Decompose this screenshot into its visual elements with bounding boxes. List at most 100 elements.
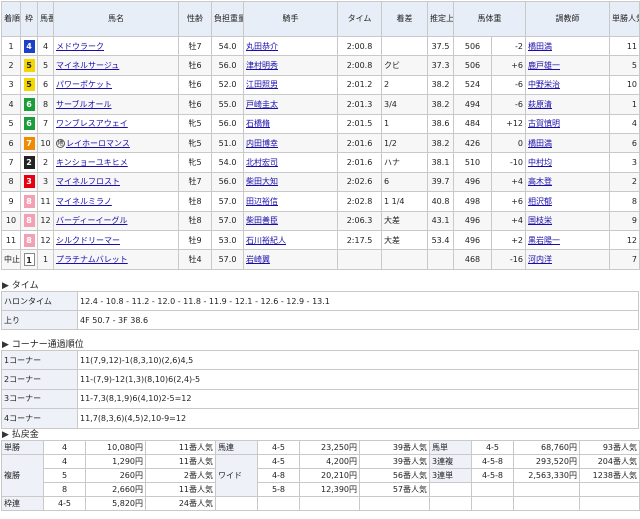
sex-age-cell: 牡6 [178, 55, 212, 76]
time-cell: 2:00.8 [337, 35, 382, 57]
horse-name-link[interactable]: マイネルサージュ [56, 61, 119, 70]
trainer-cell: 黒岩陽一 [525, 229, 610, 251]
weight-carried-cell: 55.0 [211, 94, 244, 115]
header-weight-carried[interactable]: 負担重量 [211, 1, 244, 37]
popularity-cell: 11 [609, 35, 640, 57]
payout-table: 単勝 4 10,080円 11番人気 馬連 4-5 23,250円 39番人気 馬単 4-5 68,… [1, 440, 640, 511]
horse-name-link[interactable]: レイホーロマンス [66, 139, 130, 148]
body-weight-cell: 426 [453, 132, 492, 154]
table-row: 3 5 6 パワーポケット 牡6 52.0 江田照男 2:01.2 2 38.2 524 -6 中野栄治… [1, 74, 640, 96]
jockey-link[interactable]: 岩崎翼 [246, 255, 270, 264]
horse-name-link[interactable]: バーディーイーグル [56, 216, 127, 225]
jockey-link[interactable]: 江田照男 [246, 80, 278, 89]
trainer-link[interactable]: 高木登 [528, 177, 552, 186]
payout-combination: 4 [43, 440, 86, 455]
table-row: 4コーナー 11,7(8,3,6)(4,5)2,10-9=12 [1, 408, 639, 429]
header-last-3f[interactable]: 推定上り [427, 1, 454, 37]
payout-empty-cell [429, 482, 472, 497]
header-rank[interactable]: 着順 [1, 1, 21, 37]
header-sex-age[interactable]: 性齢 [178, 1, 212, 37]
jockey-link[interactable]: 津村明秀 [246, 61, 278, 70]
jockey-cell: 内田博幸 [243, 132, 338, 154]
table-row: 9 8 11 マイネルミラノ 牡8 57.0 田辺裕信 2:02.8 1 1/4 40.8 498 +… [1, 191, 640, 212]
jockey-link[interactable]: 戸崎圭太 [246, 100, 278, 109]
payout-amount: 10,080円 [85, 440, 146, 455]
jockey-link[interactable]: 石橋脩 [246, 119, 270, 128]
header-horse-name[interactable]: 馬名 [53, 1, 179, 37]
trainer-link[interactable]: 相沢郁 [528, 197, 552, 206]
corner-value: 11(7,9,12)-1(8,3,10)(2,6)4,5 [77, 349, 639, 371]
body-weight-cell: 496 [453, 171, 492, 193]
payout-type-label: 複勝 [1, 454, 44, 497]
jockey-link[interactable]: 柴田善臣 [246, 216, 278, 225]
jockey-link[interactable]: 丸田恭介 [246, 42, 278, 51]
popularity-cell: 4 [609, 113, 640, 134]
sex-age-cell: 牝5 [178, 113, 212, 134]
rank-cell: 4 [1, 94, 21, 115]
last-3f-cell: 38.1 [427, 152, 454, 173]
waku-badge: 6 [23, 117, 35, 131]
header-waku[interactable]: 枠 [20, 1, 38, 37]
trainer-link[interactable]: 鹿戸雄一 [528, 61, 560, 70]
horse-name-link[interactable]: プラチナムバレット [56, 255, 128, 264]
trainer-link[interactable]: 中野栄治 [528, 80, 560, 89]
jockey-link[interactable]: 田辺裕信 [246, 197, 278, 206]
horse-name-link[interactable]: シルクドリーマー [56, 236, 120, 245]
payout-popularity: 11番人気 [145, 482, 216, 497]
horse-name-link[interactable]: サーブルオール [56, 100, 112, 109]
result-header-row: 着順 枠 馬番 馬名 性齢 負担重量 騎手 タイム 着差 推定上り 馬体重 調教… [1, 1, 640, 37]
header-jockey[interactable]: 騎手 [243, 1, 338, 37]
horse-name-link[interactable]: ワンブレスアウェイ [56, 119, 128, 128]
trainer-link[interactable]: 黒岩陽一 [528, 236, 560, 245]
payout-popularity: 39番人気 [359, 440, 430, 455]
waku-badge: 8 [23, 194, 35, 208]
trainer-cell: 橋田満 [525, 35, 610, 57]
horse-name-link[interactable]: キンショーユキヒメ [56, 158, 128, 167]
payout-empty-cell [471, 496, 514, 511]
trainer-link[interactable]: 国枝栄 [528, 216, 552, 225]
popularity-cell: 5 [609, 55, 640, 76]
header-body-weight[interactable]: 馬体重 [453, 1, 526, 37]
horse-name-cell: サーブルオール [53, 94, 179, 115]
trainer-link[interactable]: 河内洋 [528, 255, 552, 264]
jockey-link[interactable]: 石川裕紀人 [246, 236, 286, 245]
waku-badge: 6 [23, 97, 35, 111]
weight-change-cell: -10 [491, 152, 526, 173]
horse-name-cell: マイネルフロスト [53, 171, 179, 193]
payout-empty-cell [513, 496, 580, 511]
trainer-link[interactable]: 橋田満 [528, 42, 552, 51]
horse-name-link[interactable]: マイネルフロスト [56, 177, 120, 186]
header-time[interactable]: タイム [337, 1, 382, 37]
jockey-link[interactable]: 北村宏司 [246, 158, 278, 167]
payout-popularity: 39番人気 [359, 454, 430, 469]
table-row: 1 4 4 メドウラーク 牡7 54.0 丸田恭介 2:00.8 37.5 506 -2 橋田満 11 [1, 35, 640, 57]
jockey-link[interactable]: 内田博幸 [246, 139, 278, 148]
margin-cell: 1/2 [381, 132, 428, 154]
trainer-cell: 橋田満 [525, 132, 610, 154]
weight-carried-cell: 52.0 [211, 74, 244, 96]
umaban-cell: 1 [37, 249, 54, 270]
header-umaban[interactable]: 馬番 [37, 1, 54, 37]
popularity-cell: 8 [609, 191, 640, 212]
trainer-link[interactable]: 古賀慎明 [528, 119, 560, 128]
jockey-link[interactable]: 柴田大知 [246, 177, 278, 186]
margin-cell: 1 [381, 113, 428, 134]
rank-cell: 1 [1, 35, 21, 57]
horse-name-link[interactable]: パワーポケット [56, 80, 112, 89]
header-popularity[interactable]: 単勝人気 [609, 1, 640, 37]
last-3f-cell [427, 249, 454, 270]
margin-cell: 6 [381, 171, 428, 193]
table-row: 上り 4F 50.7 - 3F 38.6 [1, 310, 639, 330]
horse-name-link[interactable]: メドウラーク [56, 42, 104, 51]
weight-change-cell: -6 [491, 94, 526, 115]
trainer-link[interactable]: 橋田満 [528, 139, 552, 148]
trainer-link[interactable]: 萩原清 [528, 100, 552, 109]
time-cell: 2:01.6 [337, 152, 382, 173]
horse-name-link[interactable]: マイネルミラノ [56, 197, 112, 206]
header-trainer[interactable]: 調教師 [525, 1, 610, 37]
header-margin[interactable]: 着差 [381, 1, 428, 37]
waku-badge: 5 [23, 78, 35, 92]
trainer-link[interactable]: 中村均 [528, 158, 552, 167]
time-cell: 2:01.2 [337, 74, 382, 96]
margin-cell [381, 35, 428, 57]
